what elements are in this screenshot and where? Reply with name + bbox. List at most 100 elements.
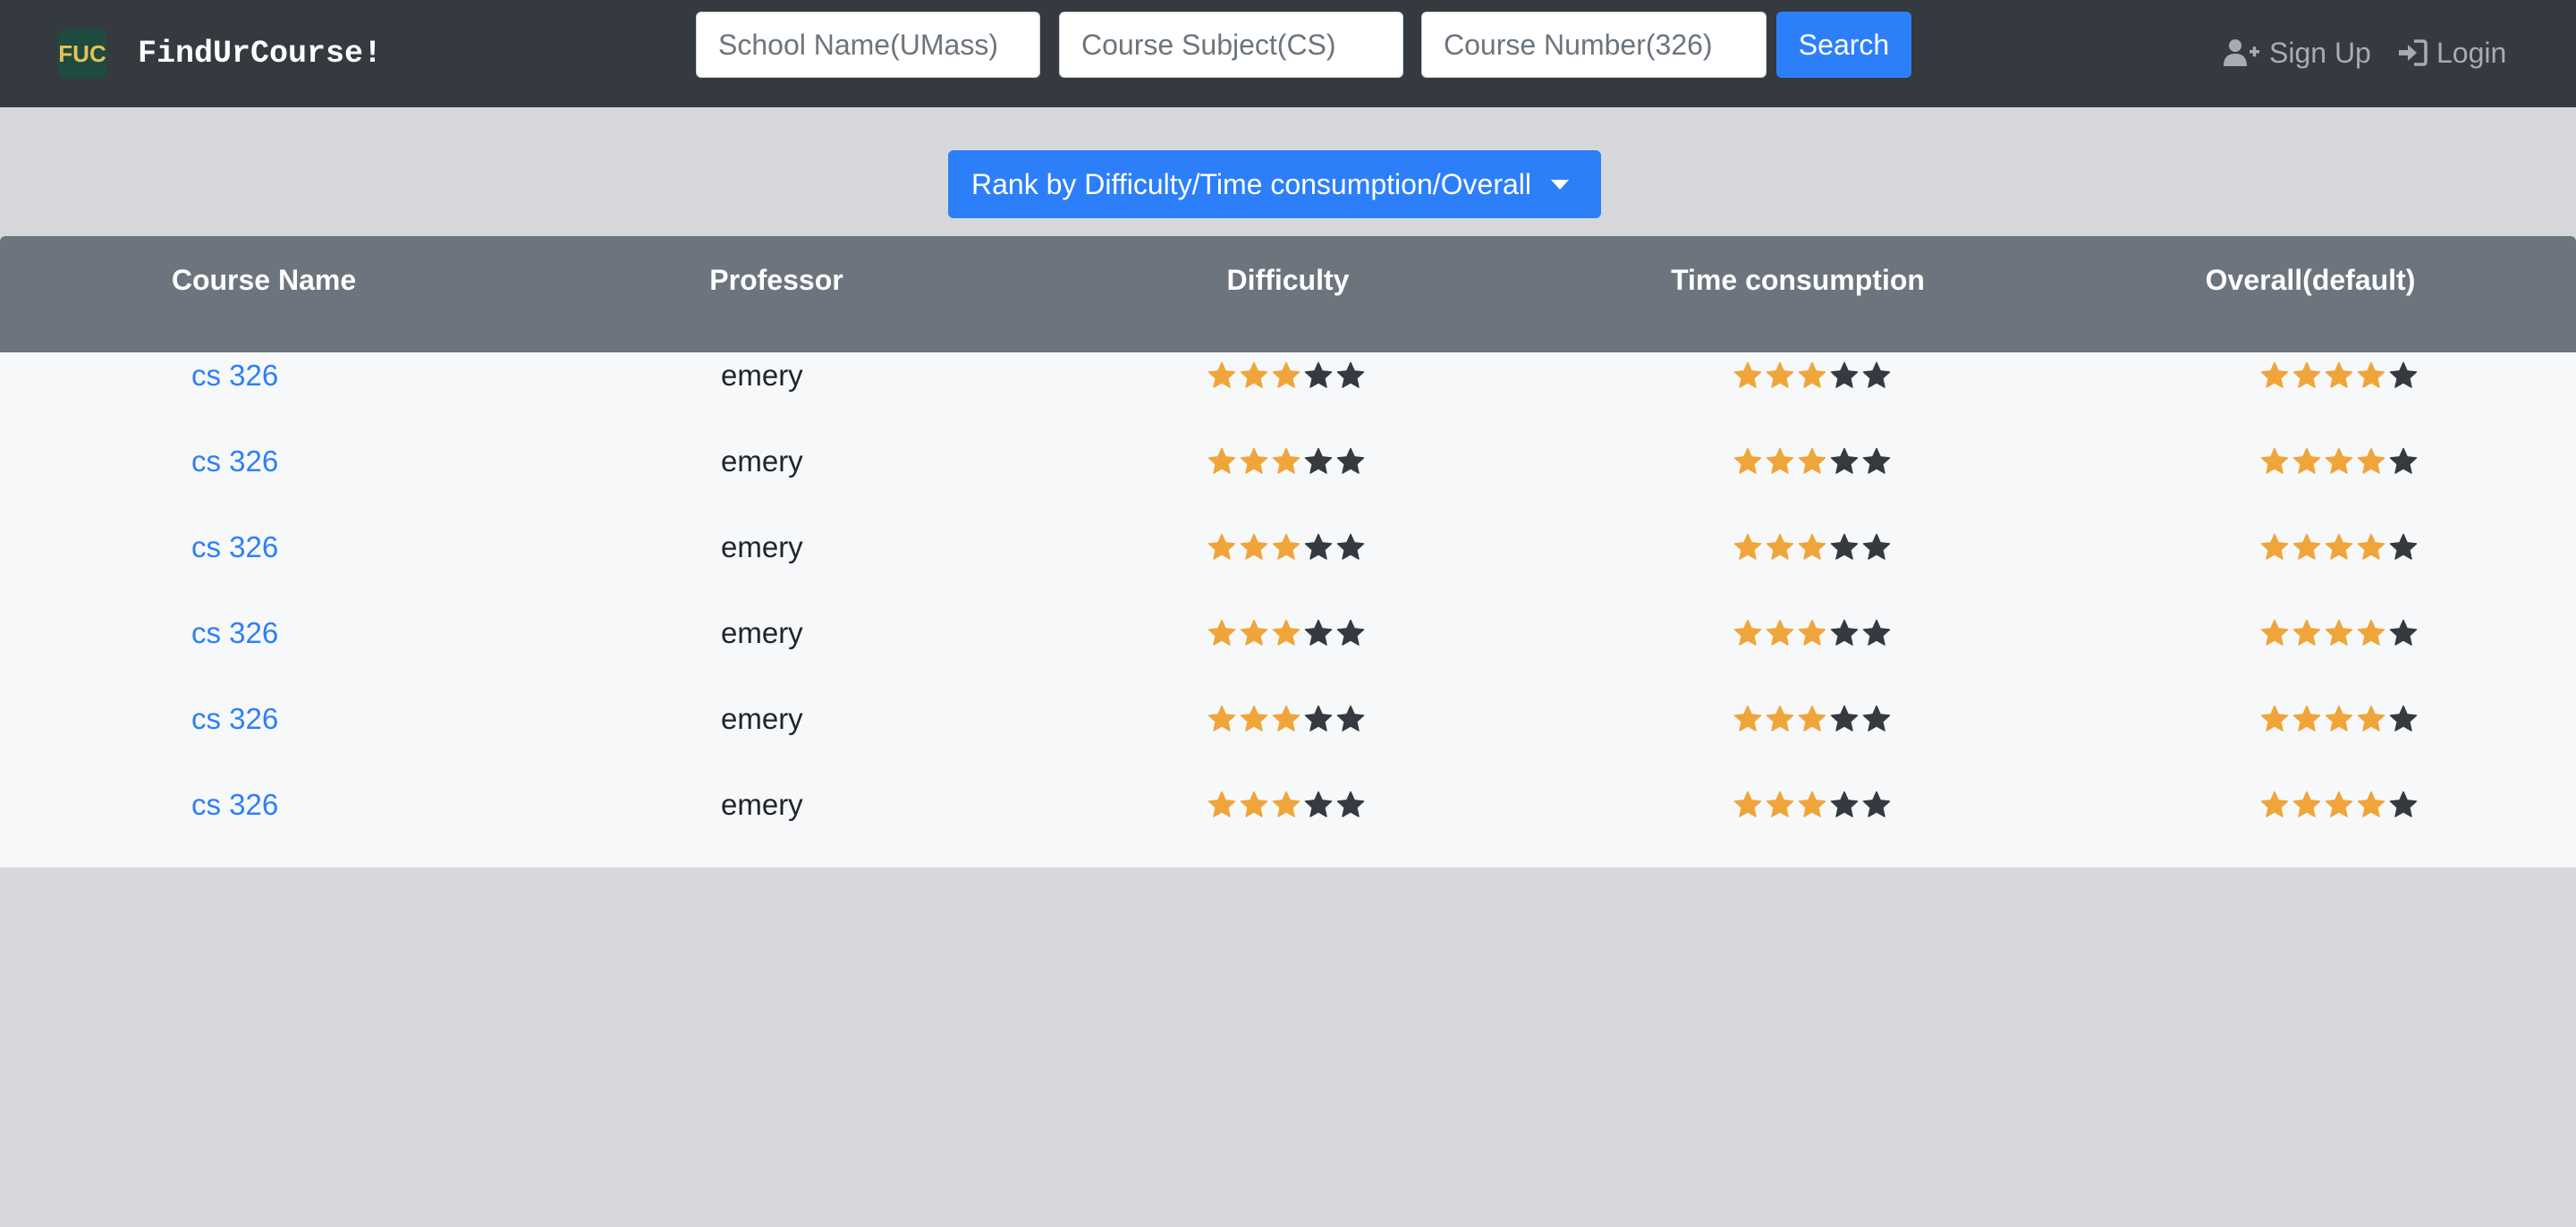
time-consumption-stars: [1733, 447, 1891, 476]
star-filled-icon: [1240, 533, 1268, 560]
overall-stars: [2260, 791, 2418, 819]
star-filled-icon: [2292, 361, 2321, 388]
star-empty-icon: [1862, 447, 1891, 474]
table-header: Course Name Professor Difficulty Time co…: [0, 236, 2576, 352]
star-filled-icon: [1208, 447, 1236, 474]
sign-in-icon: [2397, 38, 2428, 67]
table-row: cs 326 emery: [0, 440, 2576, 526]
star-empty-icon: [1304, 447, 1333, 474]
star-filled-icon: [1766, 619, 1794, 646]
star-empty-icon: [1336, 791, 1365, 817]
star-filled-icon: [2357, 447, 2385, 474]
difficulty-stars: [1208, 361, 1365, 390]
login-link[interactable]: Login: [2397, 32, 2506, 73]
star-empty-icon: [1862, 705, 1891, 732]
table-body: cs 326 emery cs 326 emery cs 326 emery cs 326 e…: [0, 352, 2576, 867]
star-empty-icon: [1336, 533, 1365, 560]
overall-stars: [2260, 619, 2418, 647]
star-filled-icon: [1733, 619, 1762, 646]
star-empty-icon: [1304, 705, 1333, 732]
header-overall[interactable]: Overall(default): [2147, 259, 2474, 300]
star-filled-icon: [2325, 361, 2353, 388]
header-course-name[interactable]: Course Name: [116, 259, 411, 300]
star-filled-icon: [2357, 619, 2385, 646]
header-difficulty[interactable]: Difficulty: [1154, 259, 1422, 300]
star-filled-icon: [1208, 619, 1236, 646]
time-consumption-stars: [1733, 705, 1891, 733]
star-filled-icon: [1208, 533, 1236, 560]
star-filled-icon: [1240, 705, 1268, 732]
star-empty-icon: [2389, 705, 2418, 732]
course-number-input[interactable]: [1421, 12, 1767, 78]
header-professor[interactable]: Professor: [642, 259, 911, 300]
header-time-consumption[interactable]: Time consumption: [1619, 259, 1977, 300]
star-empty-icon: [1304, 533, 1333, 560]
star-filled-icon: [1272, 791, 1301, 817]
star-filled-icon: [1240, 447, 1268, 474]
school-name-input[interactable]: [696, 12, 1040, 78]
difficulty-stars: [1208, 705, 1365, 733]
table-row: cs 326 emery: [0, 698, 2576, 783]
professor-name: emery: [721, 444, 803, 478]
star-filled-icon: [2292, 791, 2321, 817]
star-empty-icon: [1336, 619, 1365, 646]
star-empty-icon: [1862, 791, 1891, 817]
login-label: Login: [2436, 36, 2507, 69]
time-consumption-stars: [1733, 533, 1891, 562]
search-button[interactable]: Search: [1776, 12, 1911, 78]
course-name-link[interactable]: cs 326: [191, 612, 278, 655]
course-name-link[interactable]: cs 326: [191, 354, 278, 397]
star-empty-icon: [1862, 533, 1891, 560]
difficulty-stars: [1208, 791, 1365, 819]
table-row: cs 326 emery: [0, 526, 2576, 612]
star-filled-icon: [2260, 361, 2289, 388]
star-filled-icon: [1272, 619, 1301, 646]
star-filled-icon: [1798, 447, 1826, 474]
table-row: cs 326 emery: [0, 354, 2576, 440]
difficulty-stars: [1208, 533, 1365, 562]
star-filled-icon: [1766, 447, 1794, 474]
time-consumption-stars: [1733, 361, 1891, 390]
star-empty-icon: [2389, 447, 2418, 474]
rank-dropdown-button[interactable]: Rank by Difficulty/Time consumption/Over…: [948, 150, 1601, 218]
brand-logo[interactable]: FUC: [58, 30, 106, 78]
star-filled-icon: [1766, 361, 1794, 388]
difficulty-stars: [1208, 447, 1365, 476]
star-filled-icon: [2292, 447, 2321, 474]
course-name-link[interactable]: cs 326: [191, 698, 278, 740]
star-filled-icon: [1272, 533, 1301, 560]
star-filled-icon: [2357, 361, 2385, 388]
rank-dropdown-label: Rank by Difficulty/Time consumption/Over…: [971, 167, 1531, 200]
star-empty-icon: [1830, 619, 1859, 646]
time-consumption-stars: [1733, 791, 1891, 819]
star-filled-icon: [1798, 533, 1826, 560]
course-subject-input[interactable]: [1059, 12, 1403, 78]
star-empty-icon: [1304, 619, 1333, 646]
sign-up-link[interactable]: Sign Up: [2223, 32, 2371, 73]
star-filled-icon: [2325, 447, 2353, 474]
brand-name[interactable]: FindUrCourse!: [138, 34, 382, 73]
star-filled-icon: [1798, 705, 1826, 732]
overall-stars: [2260, 705, 2418, 733]
star-filled-icon: [2357, 791, 2385, 817]
star-filled-icon: [2260, 533, 2289, 560]
star-filled-icon: [1272, 361, 1301, 388]
star-empty-icon: [1304, 791, 1333, 817]
star-empty-icon: [2389, 361, 2418, 388]
star-filled-icon: [1733, 533, 1762, 560]
user-plus-icon: [2223, 38, 2260, 67]
overall-stars: [2260, 361, 2418, 390]
star-filled-icon: [1208, 791, 1236, 817]
star-empty-icon: [1304, 361, 1333, 388]
sign-up-label: Sign Up: [2269, 36, 2371, 69]
navbar: FUC FindUrCourse! Search Sign Up Login: [0, 0, 2576, 107]
star-filled-icon: [1766, 705, 1794, 732]
star-filled-icon: [2260, 705, 2289, 732]
course-name-link[interactable]: cs 326: [191, 440, 278, 483]
course-name-link[interactable]: cs 326: [191, 783, 278, 826]
star-filled-icon: [2292, 619, 2321, 646]
course-name-link[interactable]: cs 326: [191, 526, 278, 569]
star-empty-icon: [1862, 361, 1891, 388]
star-filled-icon: [2325, 791, 2353, 817]
star-empty-icon: [1336, 705, 1365, 732]
